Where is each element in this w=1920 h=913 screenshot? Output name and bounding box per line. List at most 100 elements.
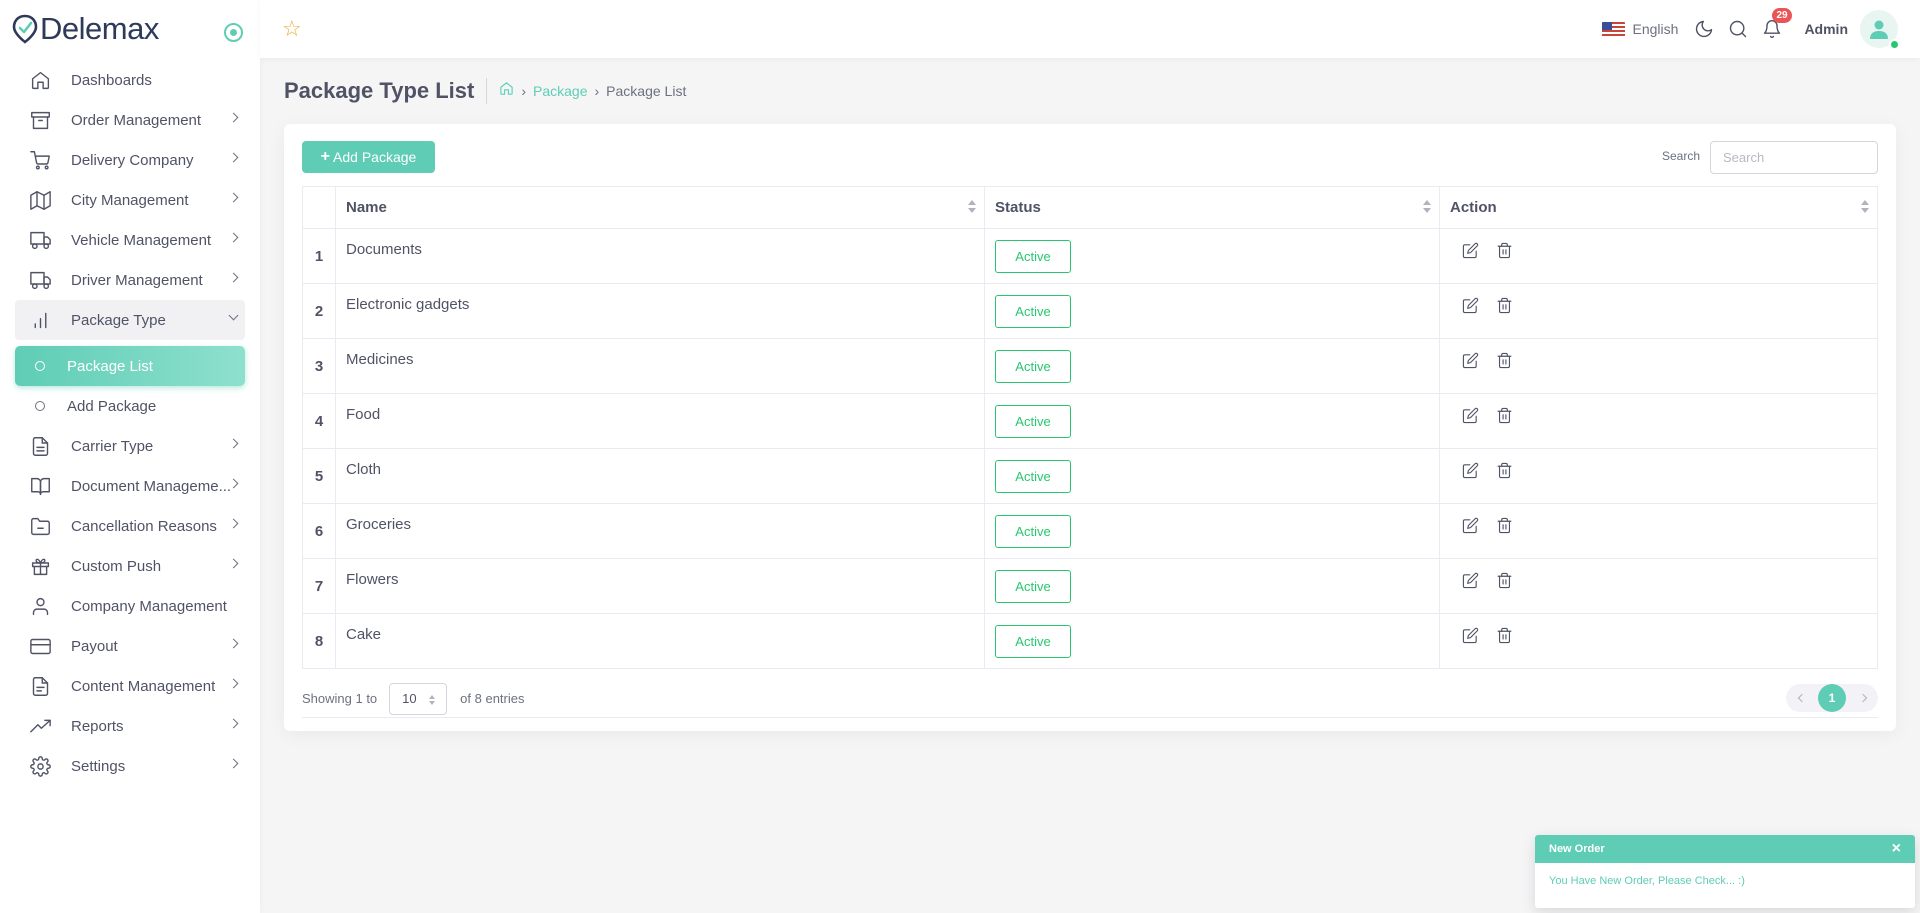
status-badge[interactable]: Active [995,515,1071,548]
toast-header: New Order × [1535,835,1915,863]
action-cell [1439,448,1878,504]
status-badge[interactable]: Active [995,460,1071,493]
map-icon [29,189,51,211]
sidebar-subitem-label: Add Package [67,397,157,415]
sidebar-item-vehicle-management[interactable]: Vehicle Management [15,220,245,260]
sidebar-item-document-management[interactable]: Document Manageme... [15,466,245,506]
add-package-button[interactable]: + Add Package [302,141,435,173]
online-status-dot [1889,39,1900,50]
status-badge[interactable]: Active [995,240,1071,273]
status-cell: Active [984,558,1440,614]
edit-icon[interactable] [1460,515,1480,535]
truck-icon [29,269,51,291]
language-selector[interactable]: English [1633,21,1679,37]
moon-icon[interactable] [1694,19,1714,39]
search-icon[interactable] [1728,19,1748,39]
package-name: Cake [335,613,985,669]
trash-icon[interactable] [1494,625,1514,645]
page-title: Package Type List [284,78,488,104]
sidebar-item-label: Package Type [71,311,166,329]
page-button-current[interactable]: 1 [1818,684,1846,712]
table-body: 1 Documents Active 2 Electronic gadgets Activ… [302,228,1878,669]
trash-icon[interactable] [1494,240,1514,260]
trash-icon[interactable] [1494,460,1514,480]
trash-icon[interactable] [1494,295,1514,315]
status-badge[interactable]: Active [995,625,1071,658]
chevron-right-icon [228,272,239,283]
trash-icon[interactable] [1494,515,1514,535]
sidebar-item-label: Document Manageme... [71,477,232,495]
sidebar-item-custom-push[interactable]: Custom Push [15,546,245,586]
sidebar-item-settings[interactable]: Settings [15,746,245,786]
sidebar-item-label: Driver Management [71,271,203,289]
row-number: 3 [302,338,336,394]
status-badge[interactable]: Active [995,350,1071,383]
column-header-action[interactable]: Action [1439,186,1878,229]
truck-icon [29,229,51,251]
row-number: 6 [302,503,336,559]
sidebar-item-driver-management[interactable]: Driver Management [15,260,245,300]
search-input[interactable] [1710,141,1878,174]
page-length-select[interactable]: 10 [389,682,448,715]
plus-icon: + [320,148,331,165]
previous-page-button[interactable] [1786,684,1814,712]
package-name: Cloth [335,448,985,504]
edit-icon[interactable] [1460,460,1480,480]
pagination: 1 [1786,684,1878,712]
chevron-down-icon [228,310,239,321]
sidebar-item-city-management[interactable]: City Management [15,180,245,220]
status-badge[interactable]: Active [995,405,1071,438]
column-header-status[interactable]: Status [984,186,1440,229]
table-row: 2 Electronic gadgets Active [302,283,1878,339]
status-badge[interactable]: Active [995,570,1071,603]
sidebar-item-package-type[interactable]: Package Type [15,300,245,340]
status-cell: Active [984,393,1440,449]
sidebar-item-carrier-type[interactable]: Carrier Type [15,426,245,466]
sort-icon [1861,200,1869,214]
sidebar-item-label: Content Management [71,677,216,695]
chevron-right-icon [228,758,239,769]
breadcrumb-link-package[interactable]: Package [533,83,587,99]
sidebar-item-content-management[interactable]: Content Management [15,666,245,706]
home-icon[interactable] [499,81,514,101]
sidebar-item-dashboards[interactable]: Dashboards [15,60,245,100]
trending-up-icon [29,715,51,737]
package-table: Name Status Action 1 Documents Active 2 Elec… [302,186,1878,669]
sidebar-item-cancellation-reasons[interactable]: Cancellation Reasons [15,506,245,546]
next-page-button[interactable] [1850,684,1878,712]
edit-icon[interactable] [1460,295,1480,315]
us-flag-icon[interactable] [1601,21,1625,37]
avatar[interactable] [1860,10,1900,50]
circle-icon [35,401,45,411]
table-row: 6 Groceries Active [302,503,1878,559]
sidebar-subitem-package-list[interactable]: Package List [15,346,245,386]
edit-icon[interactable] [1460,625,1480,645]
trash-icon[interactable] [1494,570,1514,590]
sidebar-item-label: Company Management [71,597,227,615]
chevron-right-icon [1858,693,1867,703]
edit-icon[interactable] [1460,350,1480,370]
chevron-right-icon [228,152,239,163]
trash-icon[interactable] [1494,350,1514,370]
sidebar-item-payout[interactable]: Payout [15,626,245,666]
edit-icon[interactable] [1460,405,1480,425]
sidebar-item-order-management[interactable]: Order Management [15,100,245,140]
sidebar-item-label: Custom Push [71,557,162,575]
sidebar-item-delivery-company[interactable]: Delivery Company [15,140,245,180]
trash-icon[interactable] [1494,405,1514,425]
user-name[interactable]: Admin [1804,21,1848,37]
bell-icon[interactable]: 29 [1762,8,1792,39]
action-cell [1439,503,1878,559]
edit-icon[interactable] [1460,570,1480,590]
status-badge[interactable]: Active [995,295,1071,328]
sidebar-subitem-add-package[interactable]: Add Package [15,386,245,426]
edit-icon[interactable] [1460,240,1480,260]
star-icon[interactable]: ☆ [282,18,302,40]
breadcrumb-separator: › [521,83,527,99]
sidebar-toggle-icon[interactable] [224,23,243,42]
close-icon[interactable]: × [1892,841,1901,857]
sidebar-item-company-management[interactable]: Company Management [15,586,245,626]
add-package-label: Add Package [333,149,417,165]
sidebar-item-reports[interactable]: Reports [15,706,245,746]
column-header-name[interactable]: Name [335,186,985,229]
